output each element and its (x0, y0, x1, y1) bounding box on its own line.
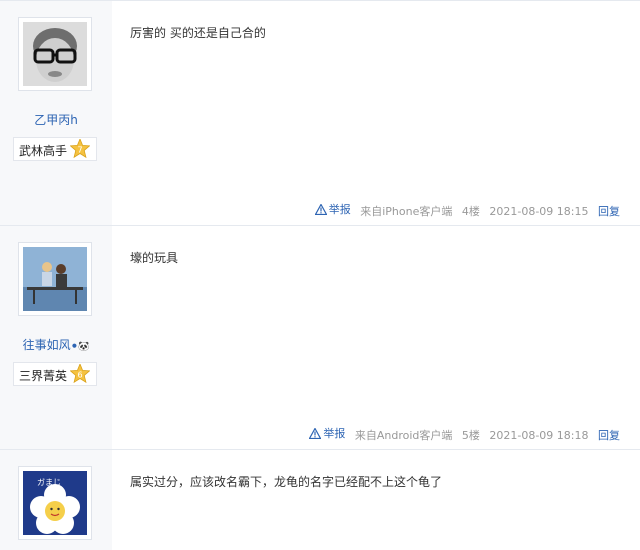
user-sidebar: ガまじ (0, 450, 112, 550)
post-floor-6: ガまじ 属实过分，应该改名霸下，龙龟的名字已经配不上这个龟了 (0, 449, 640, 550)
level-badge[interactable]: 三界菁英 6 (13, 362, 97, 386)
reply-link[interactable]: 回复 (598, 205, 620, 218)
username[interactable]: 乙甲丙h (0, 111, 112, 128)
level-star-icon: 6 (70, 364, 90, 384)
username[interactable]: 往事如风⚫🐼 (0, 336, 112, 353)
level-star-icon: 7 (70, 139, 90, 159)
post-floor-4: 乙甲丙h 武林高手 7 厉害的 买的还是自己合的 举报 来自iPhone客户端 … (0, 0, 640, 226)
level-badge[interactable]: 武林高手 7 (13, 137, 97, 161)
floor-number: 5楼 (461, 428, 480, 442)
reply-link[interactable]: 回复 (598, 429, 620, 442)
badge-level-number: 6 (77, 371, 82, 380)
post-content: 壕的玩具 (130, 251, 179, 265)
user-sidebar: 往事如风⚫🐼 三界菁英 6 (0, 226, 112, 450)
post-content: 厉害的 买的还是自己合的 (130, 26, 266, 40)
post-time: 2021-08-09 18:15 (489, 204, 589, 218)
avatar[interactable] (18, 242, 92, 316)
client-source: 来自Android客户端 (354, 428, 453, 442)
post-meta: 举报 来自Android客户端 5楼 2021-08-09 18:18 回复 (303, 425, 620, 443)
client-source: 来自iPhone客户端 (360, 204, 453, 218)
avatar-image: ガまじ (23, 471, 87, 535)
post-time: 2021-08-09 18:18 (489, 428, 589, 442)
badge-title: 三界菁英 (19, 369, 68, 383)
username-text: 往事如风 (22, 338, 71, 352)
report-link[interactable]: 举报 (309, 425, 345, 441)
warning-icon (314, 203, 327, 215)
report-link[interactable]: 举报 (314, 201, 351, 217)
avatar[interactable] (18, 17, 92, 91)
report-label: 举报 (323, 427, 346, 440)
post-content: 属实过分，应该改名霸下，龙龟的名字已经配不上这个龟了 (130, 475, 443, 489)
user-sidebar: 乙甲丙h 武林高手 7 (0, 1, 112, 226)
avatar[interactable]: ガまじ (18, 466, 92, 540)
badge-level-number: 7 (77, 146, 82, 155)
report-label: 举报 (328, 203, 351, 216)
badge-title: 武林高手 (19, 144, 68, 158)
username-emoji: ⚫🐼 (70, 342, 90, 352)
warning-icon (309, 427, 322, 439)
post-meta: 举报 来自iPhone客户端 4楼 2021-08-09 18:15 回复 (309, 201, 620, 219)
avatar-image (23, 22, 87, 86)
avatar-image (23, 247, 87, 311)
floor-number: 4楼 (461, 204, 480, 218)
post-floor-5: 往事如风⚫🐼 三界菁英 6 壕的玩具 举报 来自Android客户端 5楼 20… (0, 225, 640, 450)
